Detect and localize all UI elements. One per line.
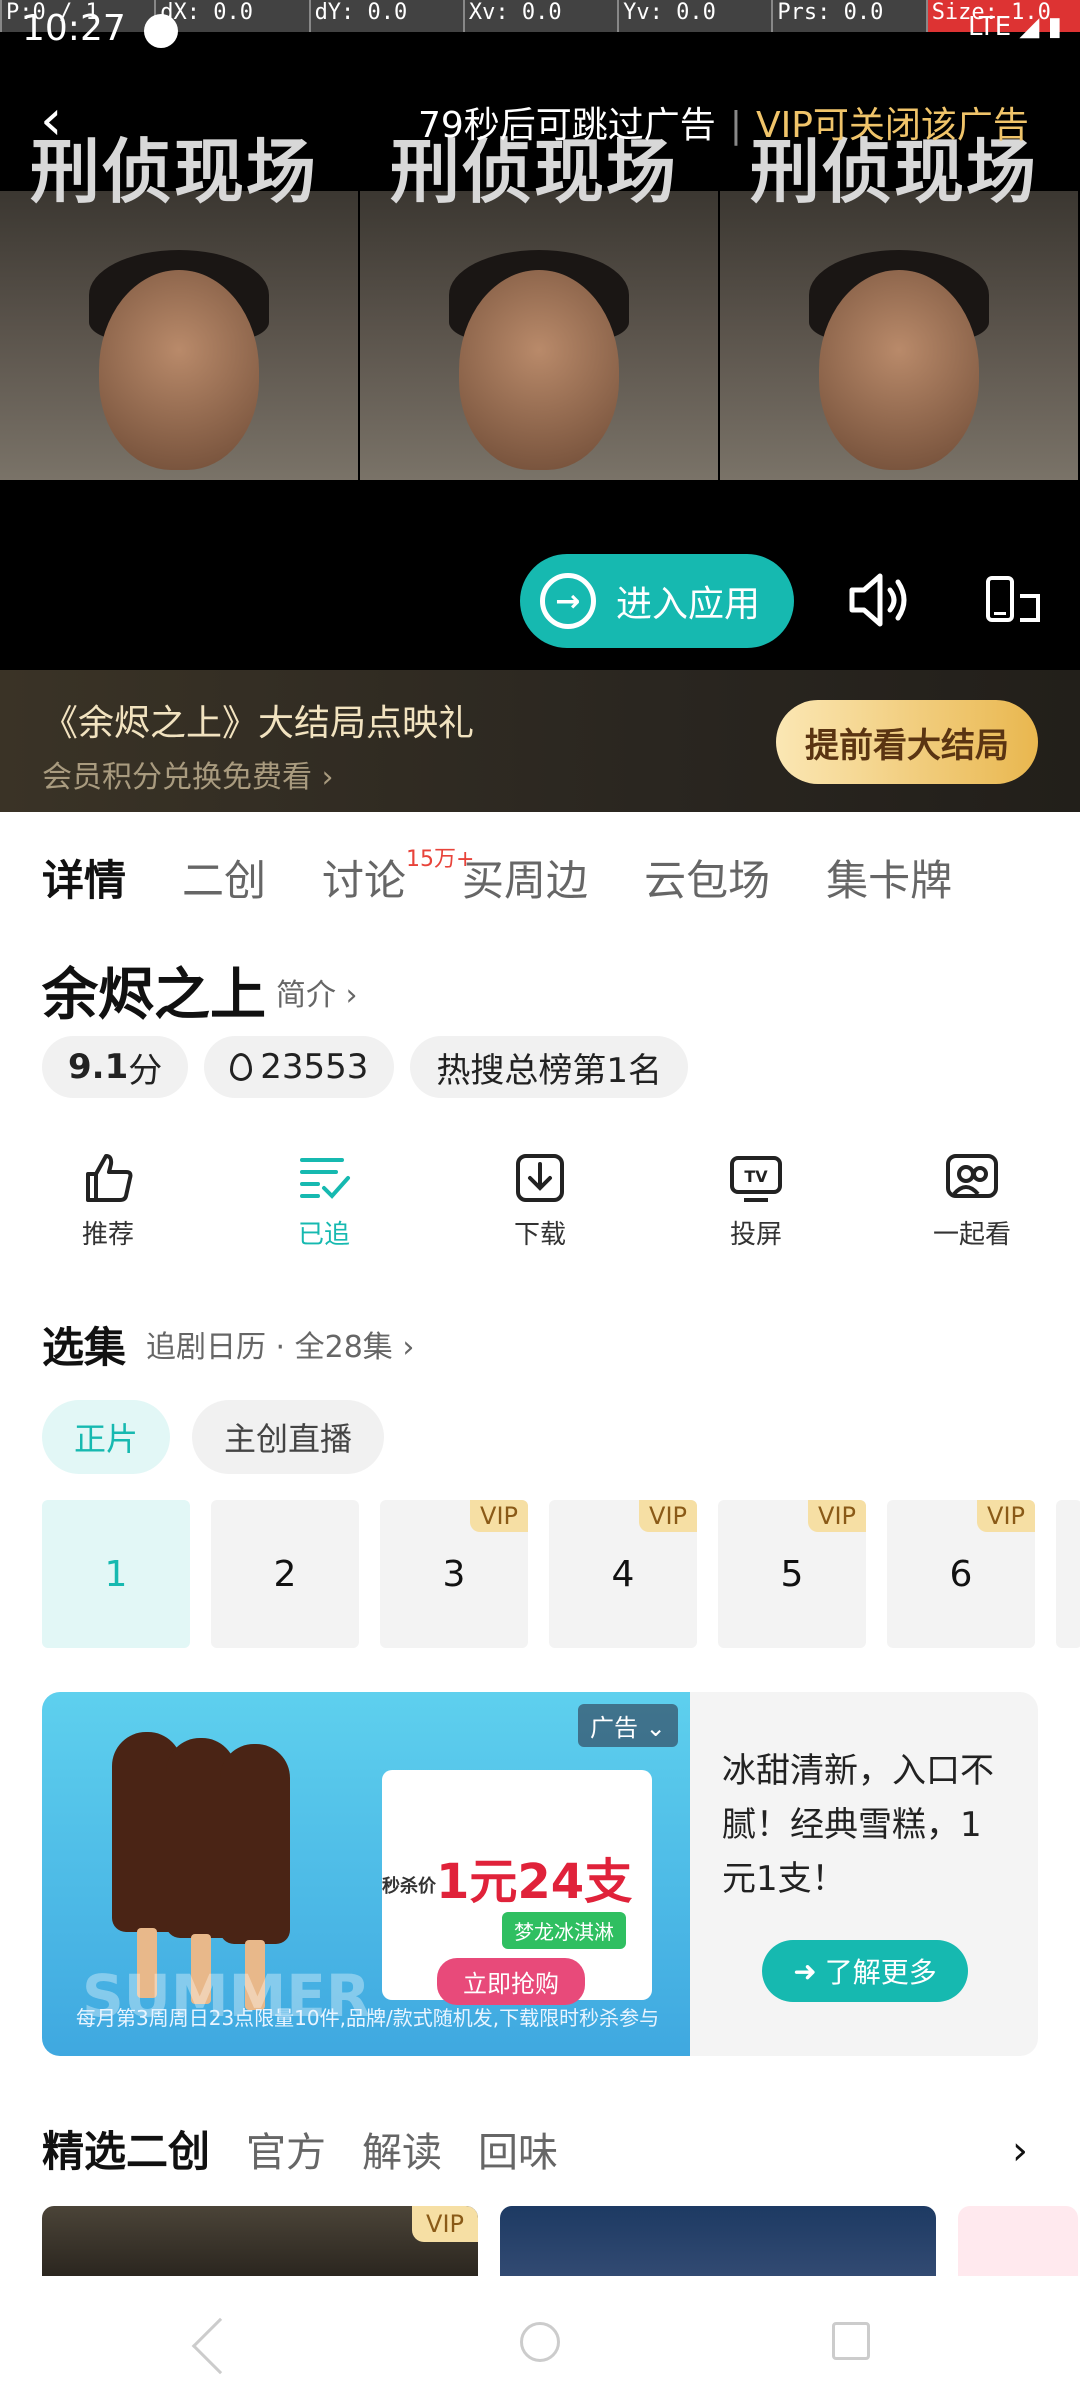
tab-cloud-screening[interactable]: 云包场: [644, 847, 770, 908]
synopsis-link[interactable]: 简介 ›: [276, 970, 358, 1014]
subtab-cast-live[interactable]: 主创直播: [192, 1400, 385, 1474]
vip-badge: VIP: [808, 1500, 866, 1532]
episode-item[interactable]: 1: [42, 1500, 190, 1648]
learn-more-button[interactable]: ➜ 了解更多: [762, 1940, 968, 2002]
show-stats: 9.1 分 23553 热搜总榜第1名: [42, 1036, 704, 1098]
promo-subtitle-link[interactable]: 会员积分兑换免费看 ›: [42, 752, 334, 796]
system-nav-bar: [0, 2276, 1080, 2400]
watch-finale-early-button[interactable]: 提前看大结局: [776, 700, 1038, 784]
show-title: 余烬之上: [42, 963, 266, 1028]
chevron-right-icon[interactable]: ›: [1012, 2128, 1028, 2174]
video-frame: 刑侦现场: [360, 100, 720, 480]
vip-badge: VIP: [977, 1500, 1035, 1532]
nav-back-icon[interactable]: [191, 2317, 249, 2375]
skip-countdown-text: 79秒后可跳过广告: [418, 105, 716, 146]
subtab-main-episodes[interactable]: 正片: [42, 1400, 171, 1474]
ad-price: 秒杀价1元24支: [382, 1854, 633, 1910]
vip-badge: VIP: [412, 2206, 478, 2242]
video-frame: 刑侦现场: [0, 100, 360, 480]
arrow-circle-icon: ➜: [793, 1954, 817, 1988]
featured-thumbnails: VIP: [42, 2206, 1078, 2276]
enter-arrow-icon: →: [540, 573, 596, 629]
recommend-button[interactable]: 推荐: [0, 1150, 216, 1251]
followed-button[interactable]: 已追: [216, 1150, 432, 1251]
status-network: LTE ◢ ▮: [967, 12, 1062, 42]
volume-icon[interactable]: [848, 570, 912, 630]
actor-face: [459, 270, 619, 470]
episode-item[interactable]: 2: [211, 1500, 359, 1648]
flame-icon: [230, 1053, 253, 1081]
vip-close-ad-text[interactable]: VIP可关闭该广告: [756, 105, 1029, 146]
thumbs-up-icon: [86, 1154, 133, 1202]
tab-details[interactable]: 详情: [42, 847, 126, 908]
episode-calendar-link[interactable]: 追剧日历 · 全28集 ›: [146, 1322, 414, 1366]
ad-product-name: 梦龙冰淇淋: [502, 1912, 626, 1949]
tab-fan-creations[interactable]: 二创: [182, 847, 266, 908]
actor-face: [819, 270, 979, 470]
watch-together-icon: [946, 1154, 998, 1198]
video-ad-player[interactable]: 刑侦现场 刑侦现场 刑侦现场 ‹ 79秒后可跳过广告 | VIP可关闭该广告 → 进…: [0, 0, 1080, 670]
tab-merch[interactable]: 买周边: [462, 847, 588, 908]
download-icon: [516, 1154, 564, 1202]
filter-analysis[interactable]: 解读: [362, 2120, 442, 2178]
action-row: 推荐 已追 下载 TV 投屏 一起看: [0, 1150, 1080, 1251]
ad-image[interactable]: SUMMER 秒杀价1元24支 梦龙冰淇淋 立即抢购 每月第3周周日23点限量1…: [42, 1692, 690, 2056]
video-frame-strip: 刑侦现场 刑侦现场 刑侦现场: [0, 100, 1080, 480]
rank-chip[interactable]: 热搜总榜第1名: [410, 1036, 689, 1098]
featured-title: 精选二创: [42, 2127, 211, 2176]
episode-item[interactable]: 5 VIP: [718, 1500, 866, 1648]
tab-discussion[interactable]: 讨论 15万+: [322, 841, 475, 908]
video-frame: 刑侦现场: [720, 100, 1080, 480]
featured-thumbnail[interactable]: [500, 2206, 936, 2276]
score-chip: 9.1 分: [42, 1036, 189, 1098]
heat-chip[interactable]: 23553: [204, 1036, 395, 1098]
enter-app-button[interactable]: → 进入应用: [520, 554, 794, 648]
episode-list: 1 2 3 VIP 4 VIP 5 VIP 6 VIP: [42, 1500, 1080, 1648]
episode-subtabs: 正片 主创直播: [42, 1400, 406, 1474]
vip-badge: VIP: [639, 1500, 697, 1532]
finale-promo-banner[interactable]: 《余烬之上》大结局点映礼 会员积分兑换免费看 › 提前看大结局: [0, 670, 1080, 812]
episode-item[interactable]: 6 VIP: [887, 1500, 1035, 1648]
episode-item[interactable]: 4 VIP: [549, 1500, 697, 1648]
back-arrow-icon[interactable]: ‹: [40, 88, 62, 153]
enter-app-label: 进入应用: [616, 584, 761, 625]
sponsored-ad-card[interactable]: SUMMER 秒杀价1元24支 梦龙冰淇淋 立即抢购 每月第3周周日23点限量1…: [42, 1692, 1038, 2056]
tv-cast-icon: TV: [730, 1156, 782, 1202]
featured-creations-header: 精选二创 官方 解读 回味: [42, 2118, 594, 2179]
status-time: 10:27: [22, 8, 126, 49]
vip-badge: VIP: [470, 1500, 528, 1532]
featured-thumbnail[interactable]: VIP: [42, 2206, 478, 2276]
featured-thumbnail-partial[interactable]: [958, 2206, 1078, 2276]
episode-item-partial[interactable]: [1056, 1500, 1080, 1648]
detail-tabs: 详情 二创 讨论 15万+ 买周边 云包场 集卡牌: [42, 841, 1008, 908]
nav-home-icon[interactable]: [520, 2322, 560, 2362]
ad-footnote: 每月第3周周日23点限量10件,品牌/款式随机发,下载限时秒杀参与: [76, 2006, 660, 2030]
app-notification-icon: [144, 14, 178, 48]
episode-item[interactable]: 3 VIP: [380, 1500, 528, 1648]
download-button[interactable]: 下载: [432, 1150, 648, 1251]
filter-official[interactable]: 官方: [246, 2120, 326, 2178]
ad-tag-menu[interactable]: 广告 ⌄: [578, 1704, 678, 1747]
skip-ad-notice[interactable]: 79秒后可跳过广告 | VIP可关闭该广告: [418, 96, 1029, 148]
nav-recents-icon[interactable]: [832, 2322, 870, 2360]
episode-section-title: 选集: [42, 1323, 127, 1372]
ad-copy: 冰甜清新，入口不腻！经典雪糕，1元1支！: [722, 1751, 994, 1899]
ad-grab-button[interactable]: 立即抢购: [437, 1958, 585, 2005]
actor-face: [99, 270, 259, 470]
cast-button[interactable]: TV 投屏: [648, 1150, 864, 1251]
rotate-screen-icon[interactable]: [984, 574, 1044, 624]
show-title-overlay: 刑侦现场: [30, 130, 318, 213]
followed-list-icon: [300, 1158, 350, 1199]
tab-card-collection[interactable]: 集卡牌: [826, 847, 952, 908]
watch-together-button[interactable]: 一起看: [864, 1150, 1080, 1251]
filter-recap[interactable]: 回味: [478, 2120, 558, 2178]
promo-title: 《余烬之上》大结局点映礼: [42, 703, 475, 744]
svg-text:TV: TV: [744, 1167, 768, 1186]
